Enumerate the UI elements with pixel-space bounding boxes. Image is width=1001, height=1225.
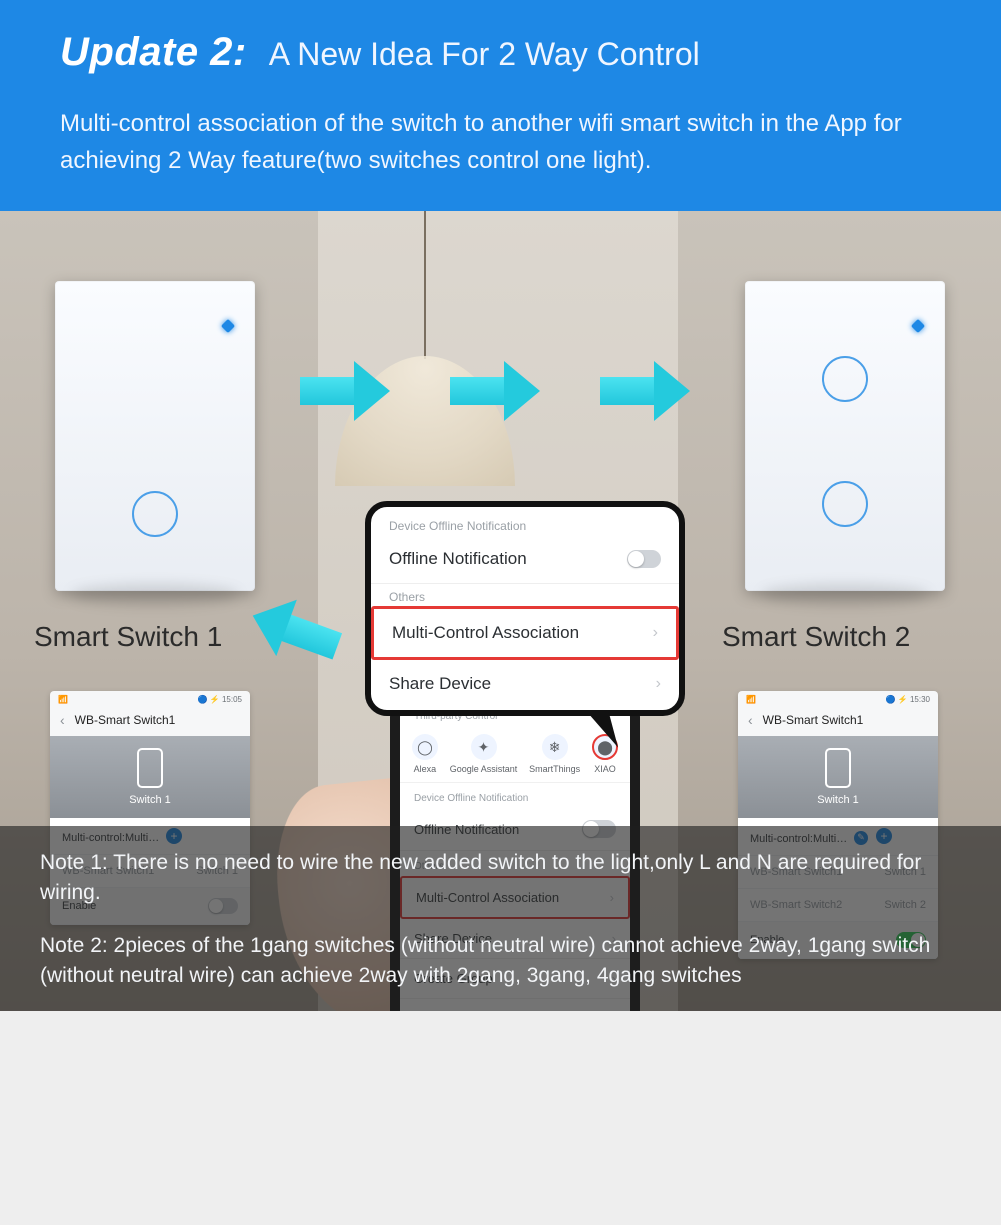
callout-section-title: Others	[371, 584, 679, 606]
callout-section-title: Device Offline Notification	[371, 513, 679, 535]
banner-title-sub: A New Idea For 2 Way Control	[269, 36, 700, 73]
status-bar: 📶🔵 ⚡ 15:30	[738, 691, 938, 704]
arrow-right-icon	[450, 361, 540, 421]
banner-title-bold: Update 2:	[60, 30, 247, 75]
settings-callout: Device Offline Notification Offline Noti…	[365, 501, 685, 716]
offline-section-title: Device Offline Notification	[400, 783, 630, 808]
title-bar: ‹ WB-Smart Switch1	[50, 704, 250, 736]
note-1: Note 1: There is no need to wire the new…	[40, 848, 961, 909]
alexa-integration[interactable]: ◯ Alexa	[412, 734, 438, 774]
led-indicator-icon	[221, 319, 235, 333]
smartthings-icon: ❄	[542, 734, 568, 760]
illustration-stage: Smart Switch 1 Smart Switch 2 Device Off…	[0, 211, 1001, 1011]
multi-control-association-row[interactable]: Multi-Control Association ›	[371, 606, 679, 660]
notes-overlay: Note 1: There is no need to wire the new…	[0, 826, 1001, 1012]
signal-icon: 📶	[58, 695, 68, 704]
led-indicator-icon	[911, 319, 925, 333]
hero-label: Switch 1	[817, 794, 859, 806]
device-hero: Switch 1	[50, 736, 250, 818]
screen-title: WB-Smart Switch1	[763, 713, 864, 727]
chevron-right-icon: ›	[653, 624, 658, 642]
status-time: 15:30	[910, 695, 930, 704]
smart-switch-1-panel	[55, 281, 255, 591]
status-bar: 📶🔵 ⚡ 15:05	[50, 691, 250, 704]
device-icon	[825, 748, 851, 788]
lamp-cord	[424, 211, 426, 359]
status-time: 15:05	[222, 695, 242, 704]
screen-title: WB-Smart Switch1	[75, 713, 176, 727]
integ-label: SmartThings	[529, 764, 580, 774]
integ-label: Alexa	[414, 764, 437, 774]
back-icon[interactable]: ‹	[60, 712, 65, 728]
switch-button-ring	[822, 481, 868, 527]
offline-notification-row[interactable]: Offline Notification	[371, 535, 679, 584]
banner: Update 2: A New Idea For 2 Way Control M…	[0, 0, 1001, 211]
flow-arrows	[300, 361, 690, 421]
note-2: Note 2: 2pieces of the 1gang switches (w…	[40, 931, 961, 992]
google-assistant-icon: ✦	[471, 734, 497, 760]
banner-description: Multi-control association of the switch …	[60, 105, 941, 179]
smart-switch-1-label: Smart Switch 1	[34, 621, 222, 653]
chevron-right-icon: ›	[656, 675, 661, 693]
device-hero: Switch 1	[738, 736, 938, 818]
smart-switch-2-panel	[745, 281, 945, 591]
integ-label: XIAO	[594, 764, 616, 774]
hero-label: Switch 1	[129, 794, 171, 806]
back-icon[interactable]: ‹	[748, 712, 753, 728]
row-label: Share Device	[389, 674, 491, 694]
arrow-back-icon	[242, 588, 347, 675]
toggle-icon[interactable]	[627, 550, 661, 568]
switch-button-ring	[132, 491, 178, 537]
integ-label: Google Assistant	[450, 764, 518, 774]
google-assistant-integration[interactable]: ✦ Google Assistant	[450, 734, 518, 774]
row-label: Multi-Control Association	[392, 623, 579, 643]
share-device-row[interactable]: Share Device ›	[371, 660, 679, 708]
device-icon	[137, 748, 163, 788]
alexa-icon: ◯	[412, 734, 438, 760]
signal-icon: 📶	[746, 695, 756, 704]
smart-switch-2-label: Smart Switch 2	[722, 621, 910, 653]
arrow-right-icon	[600, 361, 690, 421]
smartthings-integration[interactable]: ❄ SmartThings	[529, 734, 580, 774]
title-bar: ‹ WB-Smart Switch1	[738, 704, 938, 736]
arrow-right-icon	[300, 361, 390, 421]
row-label: Offline Notification	[389, 549, 527, 569]
switch-button-ring	[822, 356, 868, 402]
